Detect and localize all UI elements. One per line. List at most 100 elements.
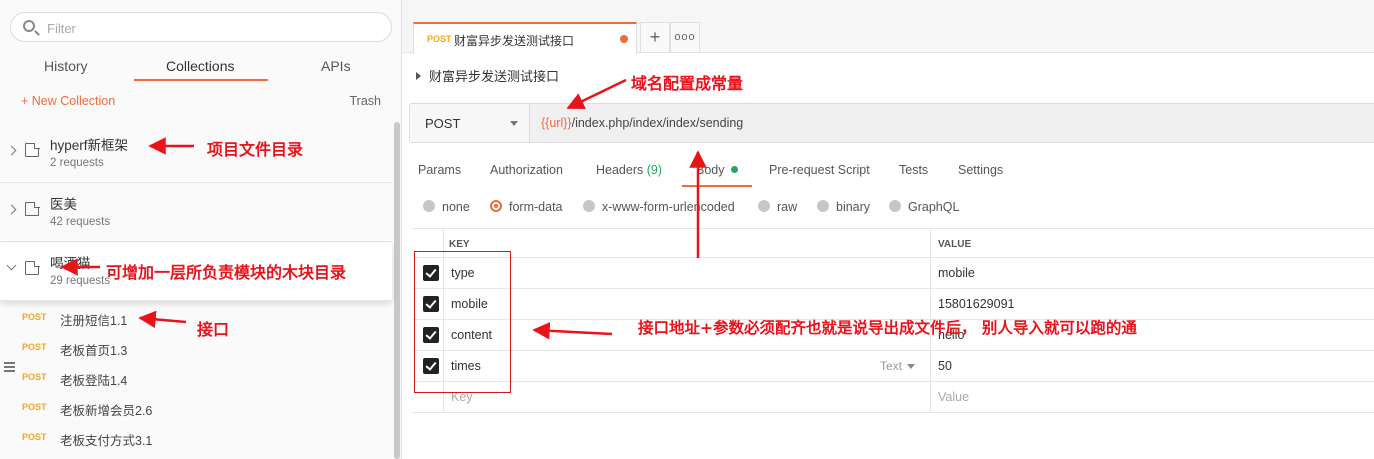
row-value[interactable]: 50 (938, 359, 952, 373)
radio-label: form-data (509, 200, 563, 214)
method-badge: POST (22, 342, 47, 352)
radio-label: none (442, 200, 470, 214)
table-row-new: Key Value (413, 382, 1374, 413)
key-column-header: KEY (449, 239, 470, 250)
value-placeholder[interactable]: Value (938, 390, 969, 404)
headers-label: Headers (596, 163, 644, 177)
radio-graphql[interactable]: GraphQL (889, 200, 959, 214)
request-item[interactable]: POST 老板新增会员2.6 (0, 393, 392, 423)
collection-count: 42 requests (50, 216, 111, 228)
radio-binary[interactable]: binary (817, 200, 870, 214)
active-subtab-indicator (682, 185, 752, 187)
sidebar-tabs: History Collections APIs (0, 54, 402, 84)
new-collection-button[interactable]: + New Collection (21, 94, 115, 108)
tab-params[interactable]: Params (418, 163, 461, 177)
request-item[interactable]: POST 老板登陆1.4 (0, 363, 392, 393)
row-value[interactable]: 15801629091 (938, 297, 1014, 311)
radio-label: x-www-form-urlencoded (602, 200, 735, 214)
collection-item[interactable]: hyperf新框架 2 requests (0, 125, 392, 183)
chevron-right-icon[interactable] (6, 145, 17, 156)
more-tabs-button[interactable]: ooo (670, 22, 700, 53)
new-tab-button[interactable]: + (640, 22, 670, 53)
tab-apis[interactable]: APIs (321, 58, 351, 74)
annotation-note: 接口地址+参数必须配齐也就是说导出成文件后， 别人导入就可以跑的通 (638, 319, 1137, 337)
method-badge: POST (22, 432, 47, 442)
folder-icon (25, 260, 40, 275)
annotation-project-dir: 项目文件目录 (207, 140, 304, 159)
table-row: times Text 50 (413, 351, 1374, 382)
radio-circle (423, 200, 435, 212)
drag-handle-icon[interactable] (4, 362, 15, 372)
method-badge: POST (22, 372, 47, 382)
chevron-down-icon (510, 121, 518, 126)
method-select[interactable]: POST (410, 104, 530, 142)
sidebar-scrollbar[interactable] (394, 122, 400, 459)
radio-label: GraphQL (908, 200, 960, 214)
unsaved-dot-icon (620, 35, 628, 43)
radio-x-www-form-urlencoded[interactable]: x-www-form-urlencoded (583, 200, 735, 214)
filter-input[interactable] (47, 19, 377, 37)
annotation-box (414, 251, 511, 393)
annotation-module-dir: 可增加一层所负责模块的木块目录 (106, 263, 347, 282)
sidebar: History Collections APIs + New Collectio… (0, 0, 402, 459)
radio-form-data[interactable]: form-data (490, 200, 563, 214)
type-select[interactable]: Text (880, 359, 915, 373)
table-header: KEY VALUE (413, 228, 1374, 258)
request-item[interactable]: POST 老板支付方式3.1 (0, 423, 392, 453)
method-value: POST (425, 116, 461, 131)
tab-collections[interactable]: Collections (166, 58, 234, 74)
annotation-domain-const: 域名配置成常量 (631, 74, 744, 93)
radio-circle (817, 200, 829, 212)
radio-circle (889, 200, 901, 212)
active-tab-indicator (134, 79, 268, 81)
tab-headers[interactable]: Headers (9) (596, 163, 662, 177)
chevron-down-icon[interactable] (6, 260, 17, 271)
radio-none[interactable]: none (423, 200, 470, 214)
collection-name: hyperf新框架 (50, 138, 129, 153)
folder-icon (25, 201, 40, 216)
request-item[interactable]: POST 老板首页1.3 (0, 333, 392, 363)
url-variable: {{url}} (541, 116, 572, 130)
tab-body[interactable]: Body (696, 163, 738, 177)
tab-history[interactable]: History (44, 58, 88, 74)
request-tabbar: POST 财富异步发送测试接口 + ooo (402, 0, 1374, 54)
radio-circle-selected (490, 200, 502, 212)
annotation-api: 接口 (197, 320, 230, 339)
collection-count: 2 requests (50, 157, 104, 169)
url-input[interactable]: {{url}}/index.php/index/index/sending (541, 116, 743, 130)
radio-circle (583, 200, 595, 212)
request-name: 老板首页1.3 (60, 344, 128, 358)
request-subtabs: Params Authorization Headers (9) Body Pr… (402, 158, 1374, 187)
chevron-right-icon[interactable] (6, 204, 17, 215)
request-item[interactable]: POST 注册短信1.1 (0, 303, 392, 333)
body-mode-radios: none form-data x-www-form-urlencoded raw… (402, 198, 1374, 220)
tab-tests[interactable]: Tests (899, 163, 928, 177)
request-name: 老板支付方式3.1 (60, 434, 153, 448)
request-name: 老板新增会员2.6 (60, 404, 153, 418)
radio-label: raw (777, 200, 798, 214)
request-name: 注册短信1.1 (60, 314, 128, 328)
collection-item[interactable]: 医美 42 requests (0, 184, 392, 242)
value-column-header: VALUE (938, 239, 972, 250)
tab-settings[interactable]: Settings (958, 163, 1003, 177)
postman-window: History Collections APIs + New Collectio… (0, 0, 1374, 459)
body-indicator-dot (730, 166, 738, 173)
collection-count: 29 requests (50, 275, 111, 287)
breadcrumb[interactable]: 财富异步发送测试接口 (416, 66, 559, 85)
radio-raw[interactable]: raw (758, 200, 797, 214)
filter-box[interactable] (10, 12, 392, 42)
tab-authorization[interactable]: Authorization (490, 163, 563, 177)
url-path: /index.php/index/index/sending (571, 116, 744, 130)
collection-name: 医美 (50, 197, 77, 212)
tab-prerequest-script[interactable]: Pre-request Script (769, 163, 870, 177)
method-badge: POST (22, 402, 47, 412)
collection-name: 喝酒猫 (50, 256, 91, 271)
search-icon (23, 20, 35, 32)
url-bar: POST {{url}}/index.php/index/index/sendi… (409, 103, 1374, 143)
trash-button[interactable]: Trash (350, 94, 382, 108)
table-row: type mobile (413, 258, 1374, 289)
method-badge: POST (427, 34, 452, 44)
folder-icon (25, 142, 40, 157)
request-tab[interactable]: POST 财富异步发送测试接口 (413, 22, 637, 54)
row-value[interactable]: mobile (938, 266, 975, 280)
